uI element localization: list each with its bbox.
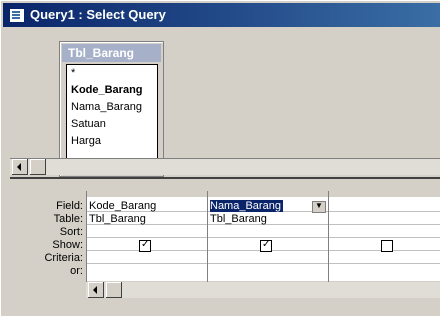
- col1-show-checkbox[interactable]: [139, 239, 151, 252]
- column-border: [328, 191, 329, 289]
- col1-table[interactable]: Tbl_Barang: [89, 213, 146, 225]
- arrow-left-icon: [93, 286, 97, 294]
- col2-table[interactable]: Tbl_Barang: [210, 213, 267, 225]
- col2-show-checkbox[interactable]: [260, 239, 272, 252]
- field-nama-barang[interactable]: Nama_Barang: [71, 101, 142, 113]
- window-title: Query1 : Select Query: [30, 7, 166, 22]
- table-pane-scrollbar[interactable]: [10, 158, 440, 175]
- title-bar: Query1 : Select Query: [3, 3, 440, 27]
- row-label-criteria: Criteria:: [44, 252, 83, 264]
- field-satuan[interactable]: Satuan: [71, 118, 106, 130]
- query-icon: [9, 8, 25, 23]
- col2-field[interactable]: Nama_Barang: [210, 200, 283, 212]
- col1-field[interactable]: Kode_Barang: [89, 200, 156, 212]
- field-kode-barang[interactable]: Kode_Barang: [71, 84, 143, 96]
- grid-scroll-left-button[interactable]: [88, 282, 104, 298]
- field-star[interactable]: *: [71, 67, 75, 79]
- scroll-thumb[interactable]: [30, 159, 46, 175]
- grid-scroll-thumb[interactable]: [106, 282, 122, 298]
- arrow-left-icon: [17, 163, 21, 171]
- field-list[interactable]: * Kode_Barang Nama_Barang Satuan Harga: [66, 64, 158, 172]
- grid-line: [86, 237, 440, 238]
- scroll-left-button[interactable]: [12, 159, 28, 175]
- grid-scrollbar[interactable]: [86, 282, 440, 298]
- column-border: [86, 191, 87, 289]
- col3-show-checkbox[interactable]: [381, 240, 393, 252]
- column-border: [207, 191, 208, 289]
- table-pane: Tbl_Barang * Kode_Barang Nama_Barang Sat…: [10, 28, 440, 177]
- query-window: Query1 : Select Query Tbl_Barang * Kode_…: [0, 0, 440, 316]
- field-harga[interactable]: Harga: [71, 135, 101, 147]
- row-label-show: Show:: [52, 239, 83, 251]
- table-fieldlist[interactable]: Tbl_Barang * Kode_Barang Nama_Barang Sat…: [59, 41, 164, 177]
- design-grid: Field: Table: Sort: Show: Criteria: or: …: [10, 183, 440, 307]
- grid-line: [86, 263, 440, 264]
- col2-field-dropdown[interactable]: [312, 201, 326, 213]
- table-title[interactable]: Tbl_Barang: [62, 44, 161, 62]
- row-label-field: Field:: [56, 200, 83, 212]
- row-label-table: Table:: [53, 213, 83, 225]
- row-label-or: or:: [70, 265, 83, 277]
- row-label-sort: Sort:: [59, 226, 83, 238]
